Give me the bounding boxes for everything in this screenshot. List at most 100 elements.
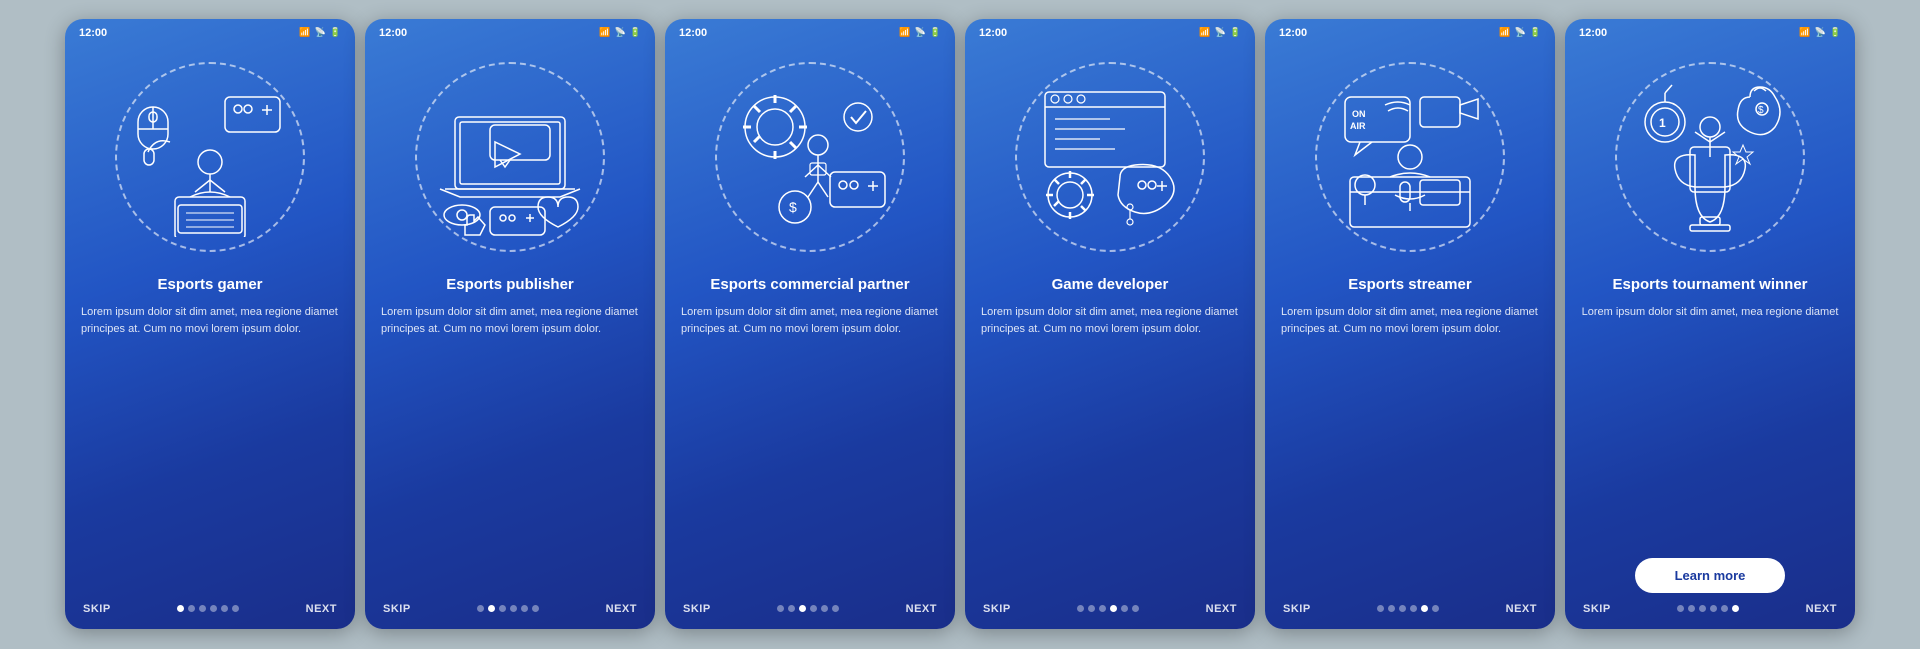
card-body-3: Lorem ipsum dolor sit dim amet, mea regi… [665, 304, 955, 603]
card-body-1: Lorem ipsum dolor sit dim amet, mea regi… [65, 304, 355, 603]
card-esports-publisher: 12:00 📶 📡 🔋 [365, 19, 655, 629]
cards-container: 12:00 📶 📡 🔋 [45, 0, 1875, 649]
card-body-2: Lorem ipsum dolor sit dim amet, mea regi… [365, 304, 655, 603]
dot-3-4 [821, 605, 828, 612]
signal-icon-6: 📡 [1815, 27, 1826, 38]
card-footer-2: SKIP NEXT [365, 603, 655, 615]
card-body-6: Lorem ipsum dolor sit dim amet, mea regi… [1566, 304, 1855, 550]
svg-text:1: 1 [1659, 116, 1666, 130]
card-title-1: Esports gamer [141, 275, 278, 295]
card-footer-5: SKIP NEXT [1265, 603, 1555, 615]
dot-4-2 [1099, 605, 1106, 612]
next-button-4[interactable]: NEXT [1206, 603, 1237, 615]
dot-5-5 [1432, 605, 1439, 612]
status-time-5: 12:00 [1279, 27, 1307, 39]
skip-button-2[interactable]: SKIP [383, 603, 411, 615]
card-title-5: Esports streamer [1332, 275, 1487, 295]
illustration-3: $ [700, 47, 920, 267]
status-time-6: 12:00 [1579, 27, 1607, 39]
status-time-4: 12:00 [979, 27, 1007, 39]
wifi-icon-3: 📶 [899, 27, 910, 38]
dot-5-1 [1388, 605, 1395, 612]
streamer-icon: ON AIR [1330, 77, 1490, 237]
dot-3-5 [832, 605, 839, 612]
dots-4 [1077, 605, 1139, 612]
status-icons-5: 📶 📡 🔋 [1499, 27, 1541, 38]
dot-3-3 [810, 605, 817, 612]
dots-6 [1677, 605, 1739, 612]
gamer-icon [130, 77, 290, 237]
card-body-4: Lorem ipsum dolor sit dim amet, mea regi… [965, 304, 1255, 603]
skip-button-1[interactable]: SKIP [83, 603, 111, 615]
dot-3-2 [799, 605, 806, 612]
next-button-1[interactable]: NEXT [306, 603, 337, 615]
dot-2-0 [477, 605, 484, 612]
signal-icon-4: 📡 [1215, 27, 1226, 38]
battery-icon-4: 🔋 [1230, 27, 1241, 38]
status-bar-4: 12:00 📶 📡 🔋 [965, 19, 1255, 43]
dot-1-4 [221, 605, 228, 612]
dot-5-4 [1421, 605, 1428, 612]
battery-icon-2: 🔋 [630, 27, 641, 38]
illustration-6: 1 $ [1600, 47, 1820, 267]
card-title-6: Esports tournament winner [1596, 275, 1823, 295]
dots-5 [1377, 605, 1439, 612]
status-time-3: 12:00 [679, 27, 707, 39]
status-icons-2: 📶 📡 🔋 [599, 27, 641, 38]
dot-2-1 [488, 605, 495, 612]
card-footer-4: SKIP NEXT [965, 603, 1255, 615]
card-footer-6: SKIP NEXT [1565, 603, 1855, 615]
dot-5-0 [1377, 605, 1384, 612]
skip-button-3[interactable]: SKIP [683, 603, 711, 615]
card-footer-1: SKIP NEXT [65, 603, 355, 615]
commercial-icon: $ [730, 77, 890, 237]
skip-button-4[interactable]: SKIP [983, 603, 1011, 615]
next-button-2[interactable]: NEXT [606, 603, 637, 615]
card-body-5: Lorem ipsum dolor sit dim amet, mea regi… [1265, 304, 1555, 603]
next-button-3[interactable]: NEXT [906, 603, 937, 615]
dot-6-3 [1710, 605, 1717, 612]
card-esports-streamer: 12:00 📶 📡 🔋 ON AIR [1265, 19, 1555, 629]
illustration-4 [1000, 47, 1220, 267]
dot-4-1 [1088, 605, 1095, 612]
svg-text:ON: ON [1352, 109, 1366, 119]
status-icons-3: 📶 📡 🔋 [899, 27, 941, 38]
status-bar-1: 12:00 📶 📡 🔋 [65, 19, 355, 43]
learn-more-button[interactable]: Learn more [1635, 558, 1786, 593]
wifi-icon-2: 📶 [599, 27, 610, 38]
dots-3 [777, 605, 839, 612]
next-button-5[interactable]: NEXT [1506, 603, 1537, 615]
signal-icon-2: 📡 [615, 27, 626, 38]
wifi-icon-1: 📶 [299, 27, 310, 38]
status-bar-5: 12:00 📶 📡 🔋 [1265, 19, 1555, 43]
developer-icon [1030, 77, 1190, 237]
dot-2-2 [499, 605, 506, 612]
publisher-icon [430, 77, 590, 237]
dot-4-3 [1110, 605, 1117, 612]
status-icons-6: 📶 📡 🔋 [1799, 27, 1841, 38]
dot-6-1 [1688, 605, 1695, 612]
dot-4-0 [1077, 605, 1084, 612]
battery-icon-5: 🔋 [1530, 27, 1541, 38]
battery-icon-1: 🔋 [330, 27, 341, 38]
status-icons-1: 📶 📡 🔋 [299, 27, 341, 38]
card-esports-commercial: 12:00 📶 📡 🔋 [665, 19, 955, 629]
battery-icon-6: 🔋 [1830, 27, 1841, 38]
svg-text:AIR: AIR [1350, 121, 1366, 131]
signal-icon-3: 📡 [915, 27, 926, 38]
dot-6-0 [1677, 605, 1684, 612]
dots-1 [177, 605, 239, 612]
signal-icon-5: 📡 [1515, 27, 1526, 38]
next-button-6[interactable]: NEXT [1806, 603, 1837, 615]
wifi-icon-4: 📶 [1199, 27, 1210, 38]
dot-5-2 [1399, 605, 1406, 612]
status-time-2: 12:00 [379, 27, 407, 39]
dot-1-3 [210, 605, 217, 612]
signal-icon-1: 📡 [315, 27, 326, 38]
skip-button-5[interactable]: SKIP [1283, 603, 1311, 615]
dot-1-0 [177, 605, 184, 612]
wifi-icon-6: 📶 [1799, 27, 1810, 38]
wifi-icon-5: 📶 [1499, 27, 1510, 38]
skip-button-6[interactable]: SKIP [1583, 603, 1611, 615]
dot-1-2 [199, 605, 206, 612]
